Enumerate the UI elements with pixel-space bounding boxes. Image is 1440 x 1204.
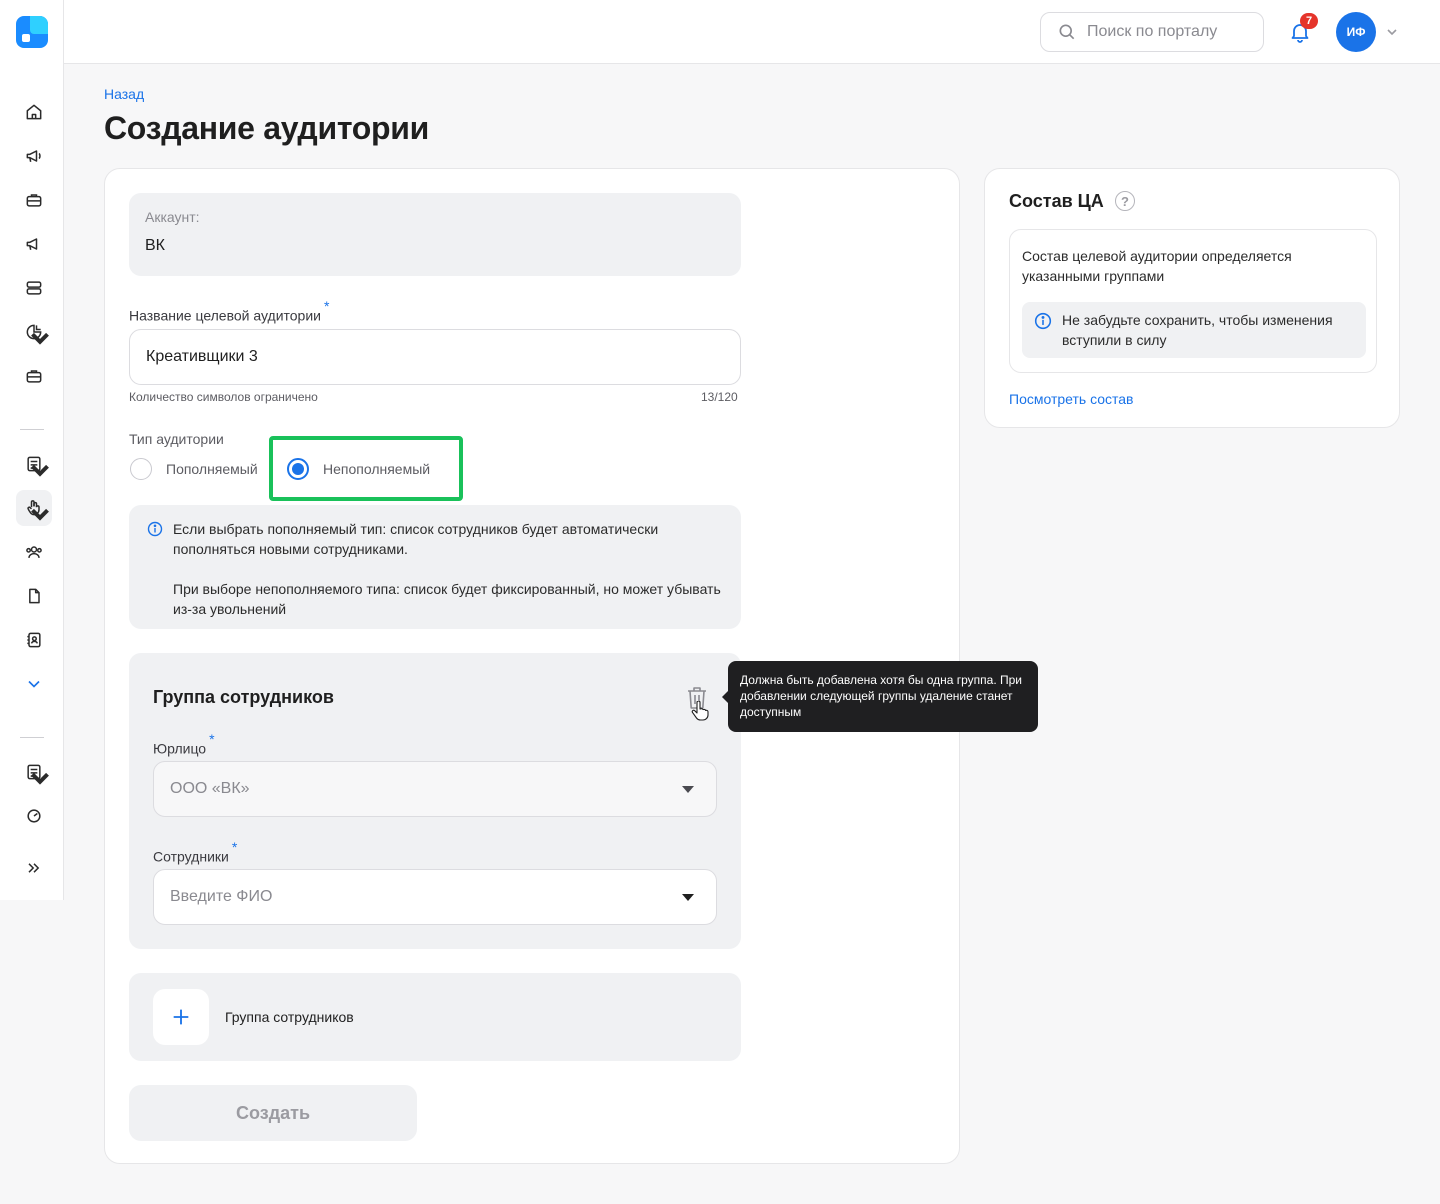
required-mark: * <box>231 839 238 855</box>
dropdown-arrow-icon <box>682 786 694 793</box>
search-input[interactable] <box>1087 23 1237 41</box>
employees-label: Сотрудники* <box>153 839 238 865</box>
sidebar-divider <box>20 429 44 430</box>
avatar[interactable]: ИФ <box>1336 12 1376 52</box>
legal-entity-select[interactable]: ООО «ВК» <box>153 761 717 817</box>
audience-name-label: Название целевой аудитории* <box>129 298 330 324</box>
audience-name-counter: 13/120 <box>701 390 738 404</box>
info-text-refillable: Если выбрать пополняемый тип: список сот… <box>173 521 659 557</box>
hand-pointer-icon[interactable] <box>16 490 52 526</box>
selection-highlight <box>269 436 463 501</box>
file-icon[interactable] <box>16 578 52 614</box>
required-mark: * <box>209 731 215 747</box>
add-group-label: Группа сотрудников <box>225 1009 354 1025</box>
notification-badge: 7 <box>1300 13 1318 29</box>
radio-refillable[interactable]: Пополняемый <box>130 458 258 480</box>
sidebar-divider <box>20 737 44 738</box>
account-field: Аккаунт: ВК <box>129 193 741 276</box>
audience-name-input[interactable]: Креативщики 3 <box>129 329 741 385</box>
composition-title: Состав ЦА <box>1009 191 1104 211</box>
save-reminder-text: Не забудьте сохранить, чтобы изменения в… <box>1062 312 1333 348</box>
home-icon[interactable] <box>16 94 52 130</box>
account-label: Аккаунт: <box>145 209 200 225</box>
save-reminder: Не забудьте сохранить, чтобы изменения в… <box>1022 302 1366 358</box>
audience-composition-card: Состав ЦА ? Состав целевой аудитории опр… <box>984 168 1400 428</box>
info-icon <box>1034 312 1052 330</box>
contacts-icon[interactable] <box>16 622 52 658</box>
composition-box: Состав целевой аудитории определяется ук… <box>1009 229 1377 373</box>
employees-select[interactable]: Введите ФИО <box>153 869 717 925</box>
audience-name-hint: Количество символов ограничено <box>129 390 318 404</box>
employees-placeholder: Введите ФИО <box>170 888 273 905</box>
view-composition-link[interactable]: Посмотреть состав <box>1009 391 1134 407</box>
plus-icon <box>173 1009 189 1025</box>
hand-cursor-icon <box>691 701 709 721</box>
audience-type-info: Если выбрать пополняемый тип: список сот… <box>129 505 741 629</box>
briefcase-icon[interactable] <box>16 182 52 218</box>
info-text-non-refillable: При выборе непополняемого типа: список б… <box>173 581 721 617</box>
toolbox-icon[interactable] <box>16 358 52 394</box>
search-icon <box>1059 24 1075 40</box>
page-title: Создание аудитории <box>104 110 430 146</box>
group-title: Группа сотрудников <box>153 687 334 707</box>
chevron-down-icon[interactable] <box>1384 24 1400 40</box>
radio-button[interactable] <box>130 458 152 480</box>
delete-disabled-tooltip: Должна быть добавлена хотя бы одна групп… <box>722 661 1038 732</box>
legal-entity-label: Юрлицо* <box>153 731 215 757</box>
info-icon <box>147 521 163 537</box>
add-group-button[interactable] <box>153 989 209 1045</box>
help-icon[interactable]: ? <box>1115 191 1135 211</box>
expand-sidebar-icon[interactable] <box>16 850 52 886</box>
search-box[interactable] <box>1040 12 1264 52</box>
back-link[interactable]: Назад <box>104 86 144 102</box>
chevron-down-icon[interactable] <box>16 666 52 702</box>
users-icon[interactable] <box>16 534 52 570</box>
analytics-icon[interactable] <box>16 314 52 350</box>
reports-icon[interactable] <box>16 754 52 790</box>
add-group-row[interactable]: Группа сотрудников <box>129 973 741 1061</box>
employee-group: Группа сотрудников Юрлицо* ООО «ВК» Сотр… <box>129 653 741 949</box>
legal-entity-value: ООО «ВК» <box>170 780 250 797</box>
account-value: ВК <box>145 237 165 254</box>
server-icon[interactable] <box>16 270 52 306</box>
required-mark: * <box>324 298 330 314</box>
app-logo[interactable] <box>16 16 48 48</box>
sidebar <box>0 0 64 900</box>
radio-label: Пополняемый <box>166 461 258 477</box>
create-button[interactable]: Создать <box>129 1085 417 1141</box>
announcement-icon[interactable] <box>16 226 52 262</box>
composition-description: Состав целевой аудитории определяется ук… <box>1022 248 1292 284</box>
dropdown-arrow-icon <box>682 894 694 901</box>
audience-type-label: Тип аудитории <box>129 431 224 447</box>
speedometer-icon[interactable] <box>16 798 52 834</box>
top-header: 7 ИФ <box>64 0 1440 64</box>
document-list-icon[interactable] <box>16 446 52 482</box>
megaphone-icon[interactable] <box>16 138 52 174</box>
